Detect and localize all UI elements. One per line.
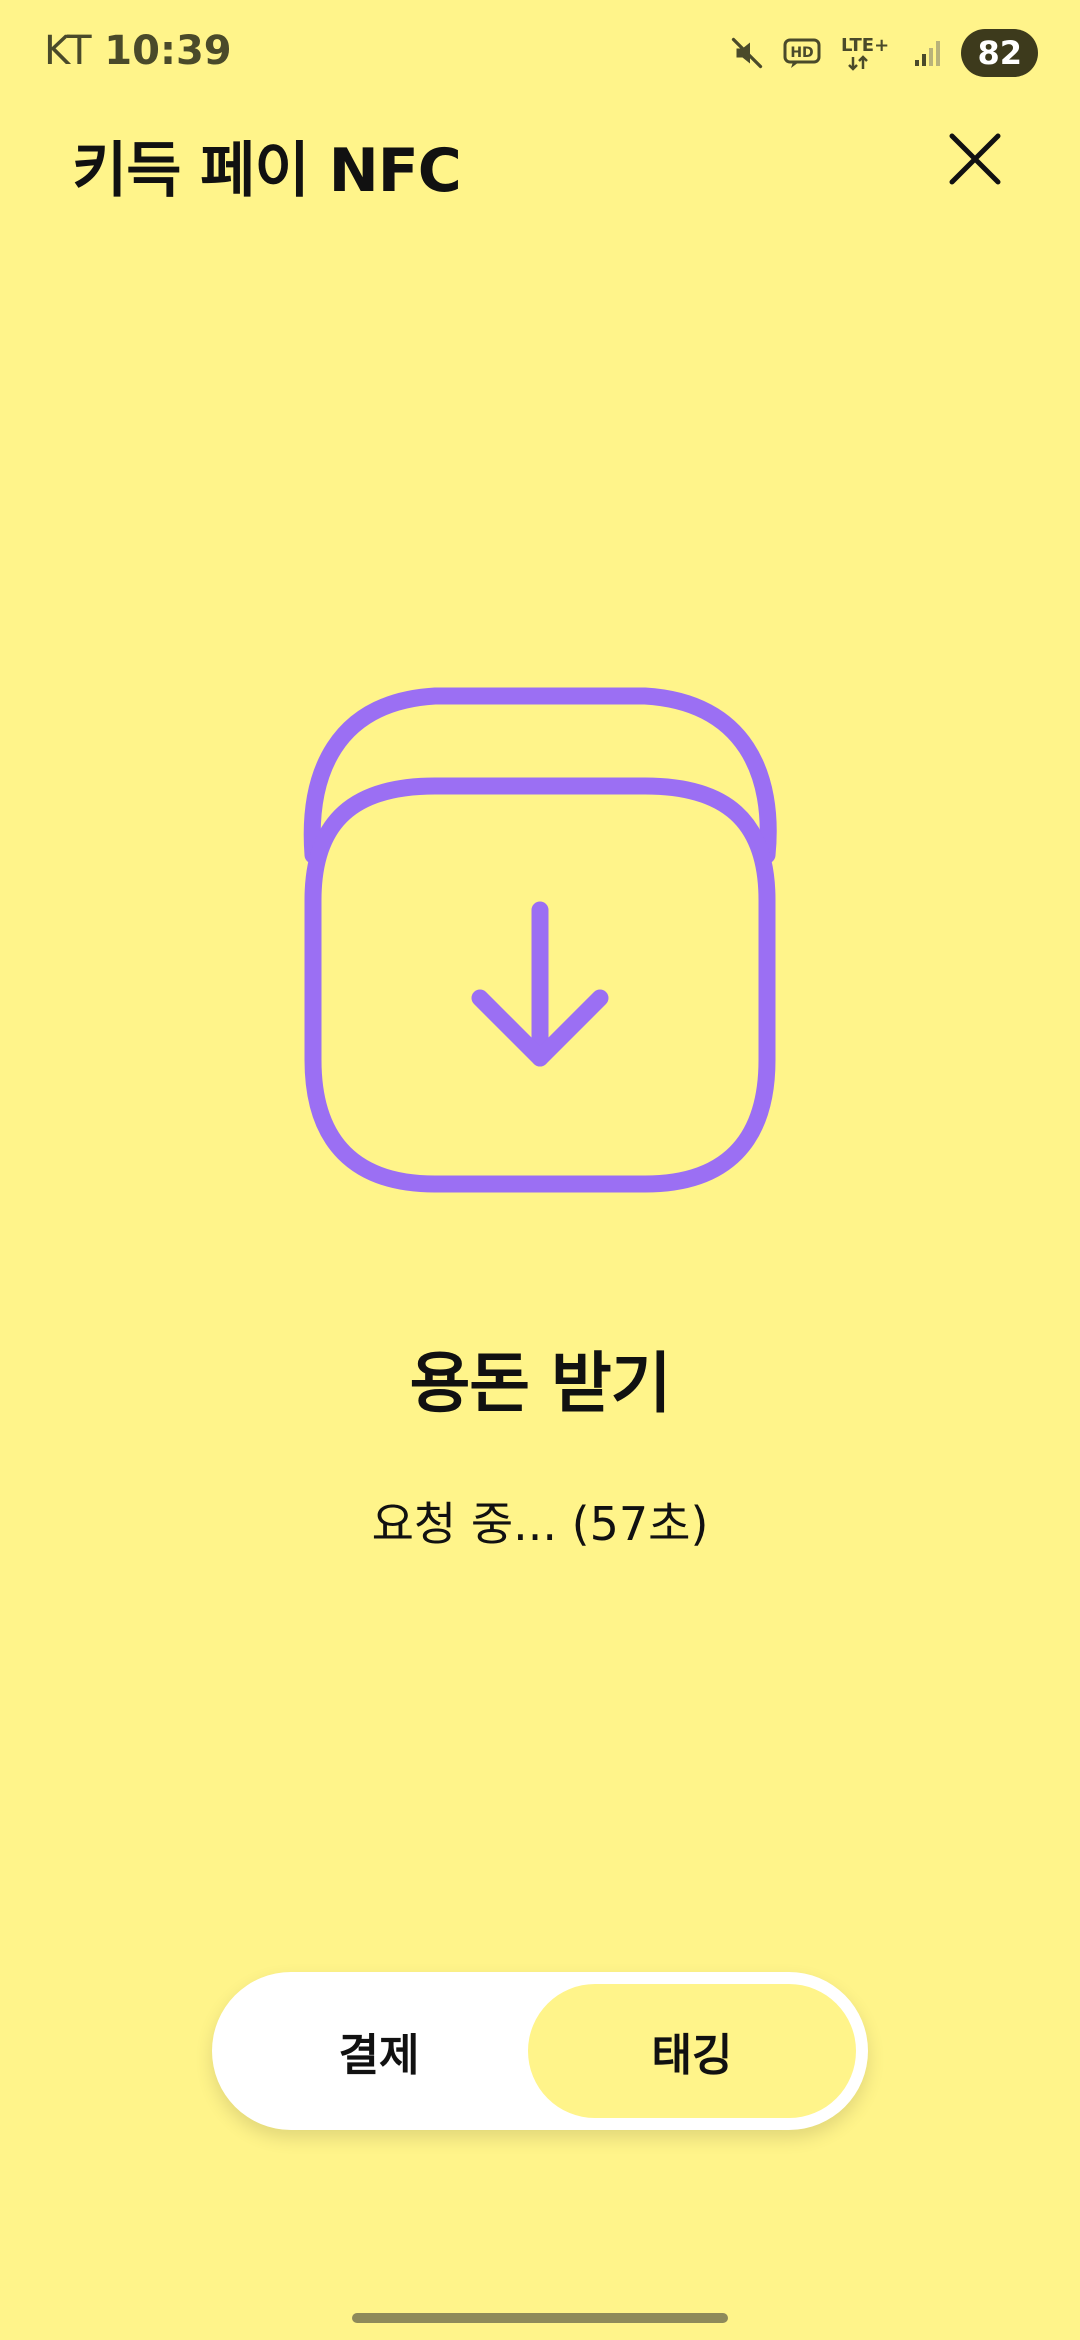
status-icons: HD LTE+ 82: [729, 28, 1038, 78]
battery-icon: 82: [961, 29, 1038, 77]
toggle-option-payment[interactable]: 결제: [224, 1984, 534, 2118]
request-status: 요청 중... (57초): [371, 1497, 709, 1551]
status-bar: KT 10:39 HD LTE+ 82: [0, 0, 1080, 105]
close-button[interactable]: [940, 124, 1010, 194]
mode-toggle: 결제 태깅: [212, 1972, 868, 2130]
carrier-time: KT 10:39: [44, 28, 232, 74]
hd-label: HD: [791, 45, 814, 61]
home-indicator[interactable]: [352, 2313, 728, 2323]
receive-download-icon: [285, 680, 795, 1200]
lte-icon: LTE+: [841, 33, 895, 73]
main-title: 용돈 받기: [409, 1345, 672, 1422]
lte-label: LTE+: [841, 35, 889, 56]
close-icon: [949, 133, 1001, 185]
carrier-label: KT: [44, 28, 92, 74]
toggle-option-tagging[interactable]: 태깅: [528, 1984, 856, 2118]
mute-icon: [729, 35, 765, 71]
clock: 10:39: [104, 28, 232, 74]
page-title: 키득 페이 NFC: [72, 136, 462, 206]
hd-voice-icon: HD: [783, 37, 823, 69]
signal-icon: [913, 38, 943, 68]
